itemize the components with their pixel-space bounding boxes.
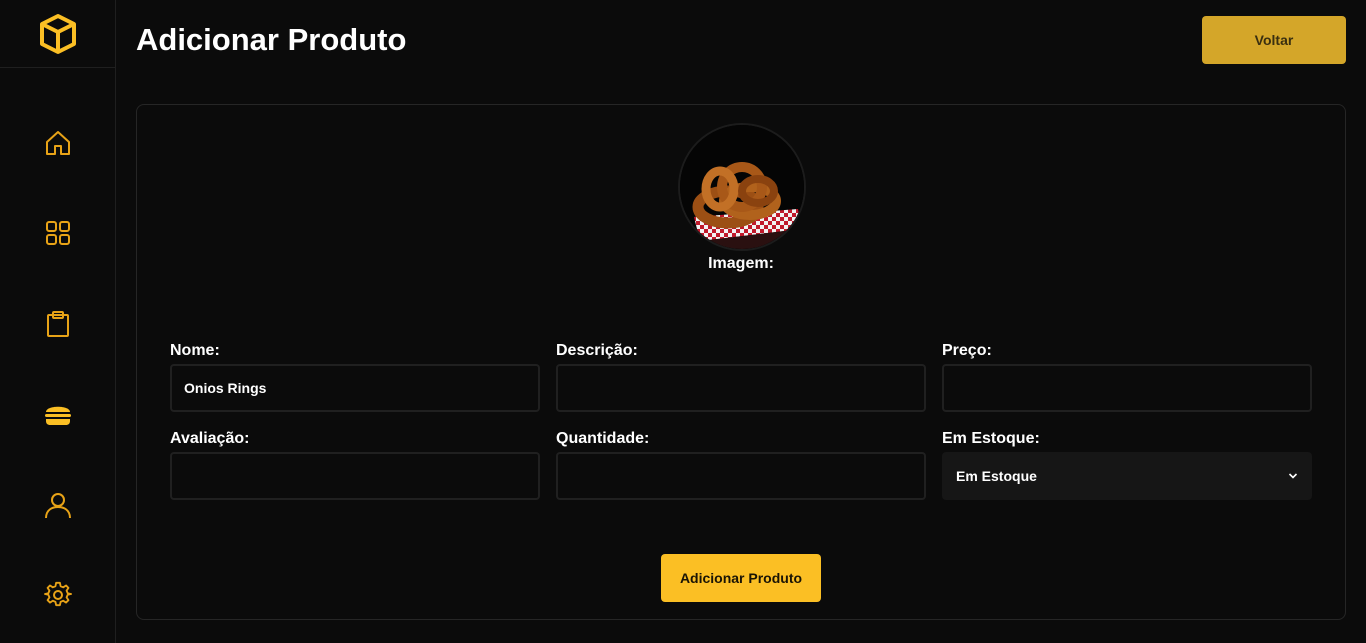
gear-icon bbox=[43, 581, 72, 607]
box-icon bbox=[39, 13, 76, 54]
user-icon bbox=[44, 493, 71, 519]
rating-label: Avaliação: bbox=[170, 430, 250, 447]
sidebar-item-home[interactable] bbox=[0, 118, 115, 168]
stock-select-value: Em Estoque bbox=[956, 468, 1037, 484]
page-title: Adicionar Produto bbox=[136, 22, 407, 57]
stock-select[interactable]: Em Estoque bbox=[942, 452, 1312, 500]
product-image[interactable] bbox=[678, 123, 806, 251]
sidebar-item-user[interactable] bbox=[0, 480, 115, 530]
stock-label: Em Estoque: bbox=[942, 430, 1040, 447]
name-field-group: Nome: bbox=[170, 342, 540, 412]
sidebar-item-orders[interactable] bbox=[0, 299, 115, 349]
clipboard-icon bbox=[46, 311, 69, 337]
grid-icon bbox=[45, 221, 70, 245]
onion-rings-image bbox=[680, 125, 804, 249]
quantity-label: Quantidade: bbox=[556, 430, 650, 447]
back-button[interactable]: Voltar bbox=[1202, 16, 1346, 64]
rating-field-group: Avaliação: bbox=[170, 430, 540, 500]
sidebar-item-settings[interactable] bbox=[0, 570, 115, 620]
sidebar-item-products[interactable] bbox=[0, 389, 115, 439]
name-input[interactable] bbox=[170, 364, 540, 412]
product-form-card: Imagem: Nome: Descrição: Preço: Avaliaçã… bbox=[136, 104, 1346, 620]
stock-field-group: Em Estoque: Em Estoque bbox=[942, 430, 1312, 500]
image-label: Imagem: bbox=[708, 255, 774, 272]
rating-input[interactable] bbox=[170, 452, 540, 500]
description-input[interactable] bbox=[556, 364, 926, 412]
price-field-group: Preço: bbox=[942, 342, 1312, 412]
name-label: Nome: bbox=[170, 342, 220, 359]
burger-icon bbox=[44, 406, 71, 425]
main-content: Adicionar Produto Voltar Imagem: Nome: O… bbox=[116, 0, 1366, 643]
price-input[interactable] bbox=[942, 364, 1312, 412]
home-icon bbox=[45, 131, 70, 155]
sidebar-item-dashboard[interactable] bbox=[0, 208, 115, 258]
quantity-field-group: Quantidade: bbox=[556, 430, 926, 500]
quantity-input[interactable] bbox=[556, 452, 926, 500]
sidebar bbox=[0, 0, 116, 643]
logo[interactable] bbox=[0, 0, 115, 68]
price-label: Preço: bbox=[942, 342, 992, 359]
description-field-group: Descrição: bbox=[556, 342, 926, 412]
chevron-down-icon bbox=[1288, 473, 1298, 479]
description-label: Descrição: bbox=[556, 342, 638, 359]
add-product-button[interactable]: Adicionar Produto bbox=[661, 554, 821, 602]
